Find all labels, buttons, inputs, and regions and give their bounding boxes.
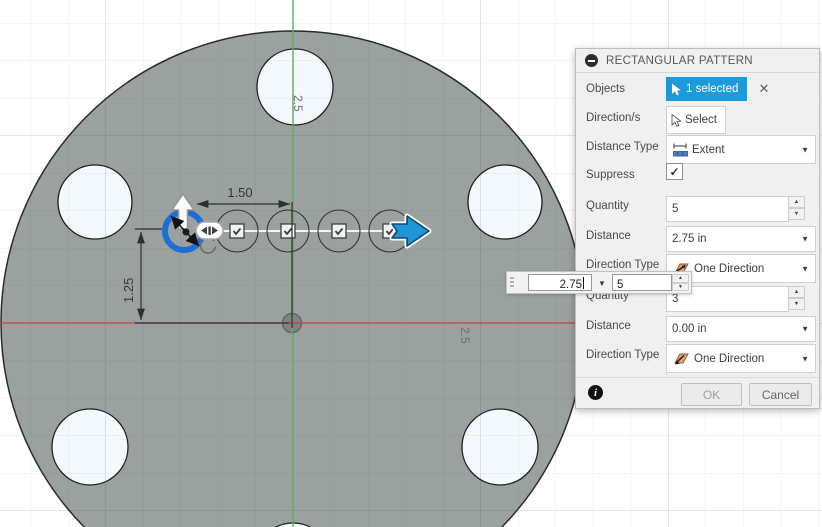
suppress-checkbox[interactable]: ✓	[666, 163, 683, 180]
quantity1-control	[666, 196, 789, 222]
objects-label: Objects	[586, 83, 625, 95]
footer-divider	[576, 377, 819, 378]
pattern-instance-checkbox[interactable]	[229, 223, 245, 239]
pattern-distance-field	[528, 274, 592, 293]
directions-select-button[interactable]: Select	[666, 106, 726, 134]
in-canvas-pattern-inputs	[506, 271, 692, 294]
direction-type1-value: One Direction	[694, 262, 765, 275]
dimension-width-value[interactable]: 1.50	[227, 185, 252, 200]
distance1-label: Distance	[586, 230, 631, 242]
distance2-dropdown[interactable]: 0.00 in	[666, 316, 816, 342]
quantity1-label: Quantity	[586, 200, 629, 212]
info-icon[interactable]: i	[588, 385, 603, 400]
chevron-down-icon	[801, 325, 809, 334]
suppress-control: ✓	[666, 163, 683, 180]
direction-type2-control: One Direction	[666, 344, 816, 373]
pattern-quantity-input[interactable]	[613, 277, 671, 293]
objects-selected-button[interactable]: 1 selected	[666, 77, 748, 101]
horizontal-drag-handle[interactable]	[195, 221, 224, 240]
quantity1-input-wrap	[666, 196, 789, 222]
chevron-down-icon	[801, 145, 809, 154]
distance2-value: 0.00 in	[672, 323, 707, 335]
objects-control: 1 selected ✕	[666, 77, 769, 101]
one-direction-icon	[674, 353, 689, 365]
cancel-button[interactable]: Cancel	[749, 383, 812, 406]
directions-select-label: Select	[685, 114, 717, 126]
spinner-down-icon[interactable]	[788, 208, 805, 220]
objects-selected-count: 1 selected	[686, 83, 739, 95]
text-caret	[583, 277, 584, 289]
rectangular-pattern-dialog: RECTANGULAR PATTERN Objects 1 selected ✕…	[575, 48, 820, 409]
drag-grip-icon[interactable]	[510, 277, 514, 289]
spinner-up-icon[interactable]	[672, 274, 689, 283]
quantity1-input[interactable]	[667, 197, 788, 221]
direction-type2-label: Direction Type	[586, 349, 660, 361]
spinner-down-icon[interactable]	[788, 298, 805, 310]
dialog-title: RECTANGULAR PATTERN	[606, 54, 753, 67]
dialog-header[interactable]: RECTANGULAR PATTERN	[576, 49, 819, 73]
fusion-sketch-view: 1.50 1.25 2.5 2.5 RECTANGULAR PATTERN Ob…	[0, 0, 822, 527]
cursor-icon	[671, 113, 682, 127]
directions-control: Select	[666, 106, 726, 134]
chevron-down-icon[interactable]	[598, 279, 606, 288]
pattern-distance-input[interactable]	[529, 277, 591, 293]
chevron-down-icon	[801, 235, 809, 244]
directions-label: Direction/s	[586, 112, 641, 124]
distance1-value: 2.75 in	[672, 233, 707, 245]
quantity2-spinner	[788, 286, 805, 310]
distance-type-dropdown[interactable]: Extent	[666, 135, 816, 164]
spinner-up-icon[interactable]	[788, 196, 805, 208]
spinner-up-icon[interactable]	[788, 286, 805, 298]
cursor-icon	[672, 83, 681, 95]
distance-type-label: Distance Type	[586, 141, 659, 153]
pattern-quantity-spinner	[672, 274, 689, 291]
pattern-instance-checkbox[interactable]	[331, 223, 347, 239]
extent-icon	[673, 143, 688, 156]
grid-label-horizontal-axis: 2.5	[458, 327, 472, 344]
distance-type-control: Extent	[666, 135, 816, 164]
collapse-icon[interactable]	[585, 54, 598, 67]
direction-type2-dropdown[interactable]: One Direction	[666, 344, 816, 373]
distance-type-value: Extent	[692, 143, 725, 156]
quantity1-spinner	[788, 196, 805, 220]
direction-type1-label: Direction Type	[586, 259, 660, 271]
distance2-label: Distance	[586, 320, 631, 332]
direction-type2-value: One Direction	[694, 352, 765, 365]
suppress-label: Suppress	[586, 169, 635, 181]
distance2-control: 0.00 in	[666, 316, 816, 342]
chevron-down-icon	[801, 354, 809, 363]
distance1-dropdown[interactable]: 2.75 in	[666, 226, 816, 252]
distance1-control: 2.75 in	[666, 226, 816, 252]
clear-selection-icon[interactable]: ✕	[758, 81, 769, 97]
ok-button[interactable]: OK	[681, 383, 742, 406]
pattern-quantity-field	[612, 274, 672, 293]
dimension-height-value[interactable]: 1.25	[121, 278, 136, 303]
chevron-down-icon	[801, 264, 809, 273]
pattern-instance-checkbox[interactable]	[280, 223, 296, 239]
grid-label-vertical-axis: 2.5	[291, 95, 305, 112]
spinner-down-icon[interactable]	[672, 282, 689, 291]
